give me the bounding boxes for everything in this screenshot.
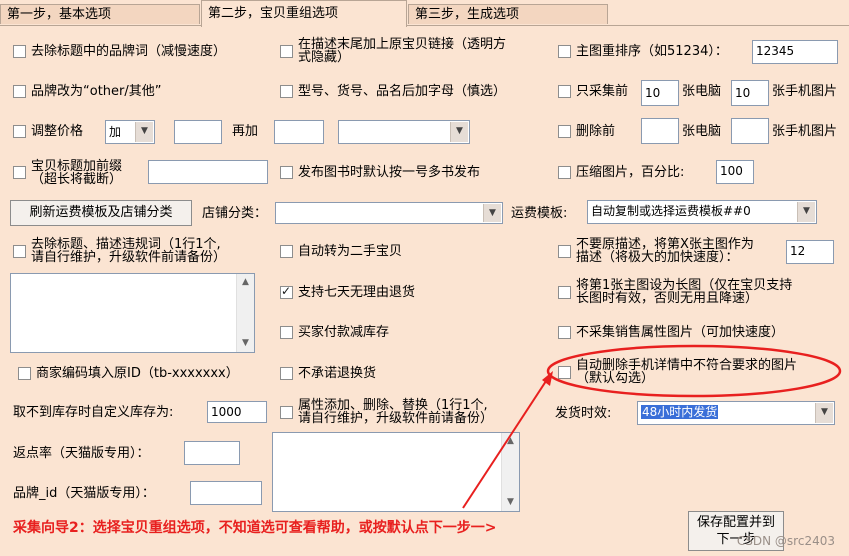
collect-pc-input[interactable]: 10 <box>641 80 679 106</box>
delete-first-checkbox[interactable] <box>558 125 571 138</box>
rebate-label: 返点率（天猫版专用）： <box>13 446 150 461</box>
arrow-head-icon <box>542 371 553 386</box>
attribute-textarea[interactable]: ▲ ▼ <box>272 432 520 512</box>
shipping-template-label: 运费模板: <box>511 206 568 221</box>
long-image-checkbox[interactable] <box>558 286 571 299</box>
shipping-template-select[interactable]: 自动复制或选择运费模板##0 ▼ <box>587 200 817 224</box>
seven-day-return-label: 支持七天无理由退货 <box>298 285 416 300</box>
buyer-pay-stock-label: 买家付款减库存 <box>298 325 390 340</box>
auto-second-hand-label: 自动转为二手宝贝 <box>298 244 403 259</box>
textarea-scrollbar[interactable]: ▲ ▼ <box>501 433 519 511</box>
append-link-label-2: 式隐藏） <box>298 50 351 65</box>
attribute-edit-checkbox[interactable] <box>280 406 293 419</box>
buyer-pay-stock-checkbox[interactable] <box>280 326 293 339</box>
append-link-checkbox[interactable] <box>280 45 293 58</box>
no-exchange-label: 不承诺退换货 <box>298 366 377 381</box>
adjust-price-label: 调整价格 <box>31 124 84 139</box>
publish-book-checkbox[interactable] <box>280 166 293 179</box>
no-orig-desc-input[interactable]: 12 <box>786 240 834 264</box>
chevron-down-icon: ▼ <box>450 122 468 142</box>
compress-checkbox[interactable] <box>558 166 571 179</box>
shipping-template-value: 自动复制或选择运费模板##0 <box>591 204 751 218</box>
watermark: CSDN @src2403 <box>736 534 835 548</box>
adjust-price-checkbox[interactable] <box>13 125 26 138</box>
delete-mobile-label: 张手机图片 <box>772 124 838 139</box>
remove-brand-label: 去除标题中的品牌词（减慢速度） <box>31 44 227 59</box>
no-sale-attr-checkbox[interactable] <box>558 326 571 339</box>
compress-input[interactable]: 100 <box>716 160 754 184</box>
refresh-shipping-button[interactable]: 刷新运费模板及店铺分类 <box>10 200 192 226</box>
collect-first-checkbox[interactable] <box>558 85 571 98</box>
textarea-scrollbar[interactable]: ▲ ▼ <box>236 274 254 352</box>
model-suffix-checkbox[interactable] <box>280 85 293 98</box>
reorder-main-label: 主图重排序（如51234）： <box>576 44 728 59</box>
illegal-words-textarea[interactable]: ▲ ▼ <box>10 273 255 353</box>
scroll-down-icon[interactable]: ▼ <box>237 335 254 352</box>
price-value-input[interactable] <box>174 120 222 144</box>
price-mode-select[interactable]: ▼ <box>338 120 470 144</box>
merchant-code-checkbox[interactable] <box>18 367 31 380</box>
delete-mobile-input[interactable] <box>731 118 769 144</box>
chevron-down-icon: ▼ <box>135 122 153 142</box>
tab-bar: 第一步，基本选项 第二步，宝贝重组选项 第三步，生成选项 <box>0 0 849 27</box>
title-prefix-checkbox[interactable] <box>13 166 26 179</box>
seven-day-return-checkbox[interactable] <box>280 284 293 299</box>
scroll-down-icon[interactable]: ▼ <box>502 494 519 511</box>
delivery-time-select[interactable]: 48小时内发货 ▼ <box>637 401 835 425</box>
tab-step1[interactable]: 第一步，基本选项 <box>0 4 200 24</box>
store-category-label: 店铺分类： <box>202 206 268 221</box>
remove-illegal-label-2: 请自行维护，升级软件前请备份） <box>31 250 227 265</box>
scroll-up-icon[interactable]: ▲ <box>237 274 254 291</box>
wizard-guide-text: 采集向导2：选择宝贝重组选项，不知道选可查看帮助，或按默认点下一步一> <box>13 520 497 536</box>
chevron-down-icon: ▼ <box>815 403 833 423</box>
no-sale-attr-label: 不采集销售属性图片（可加快速度） <box>576 325 785 340</box>
delete-first-label: 删除前 <box>576 124 616 139</box>
attribute-edit-label-2: 请自行维护，升级软件前请备份） <box>298 411 494 426</box>
remove-illegal-checkbox[interactable] <box>13 245 26 258</box>
auto-second-hand-checkbox[interactable] <box>280 245 293 258</box>
merchant-code-label: 商家编码填入原ID（tb-xxxxxxx） <box>36 366 239 381</box>
compress-label: 压缩图片，百分比: <box>576 165 685 180</box>
collect-mobile-input[interactable]: 10 <box>731 80 769 106</box>
stock-input[interactable]: 1000 <box>207 401 267 423</box>
save-next-line-1: 保存配置并到 <box>696 515 775 530</box>
chevron-down-icon: ▼ <box>797 202 815 222</box>
add-value-input[interactable] <box>274 120 324 144</box>
collect-pc-label: 张电脑 <box>682 84 722 99</box>
chevron-down-icon: ▼ <box>483 204 501 222</box>
brand-to-other-label: 品牌改为“other/其他” <box>31 84 162 99</box>
brand-to-other-checkbox[interactable] <box>13 85 26 98</box>
rebate-input[interactable] <box>184 441 240 465</box>
no-exchange-checkbox[interactable] <box>280 367 293 380</box>
reorder-main-checkbox[interactable] <box>558 45 571 58</box>
remove-brand-checkbox[interactable] <box>13 45 26 58</box>
collect-mobile-label: 张手机图片 <box>772 84 838 99</box>
model-suffix-label: 型号、货号、品名后加字母（慎选） <box>298 84 507 99</box>
store-category-select[interactable]: ▼ <box>275 202 503 224</box>
brand-id-label: 品牌_id（天猫版专用）： <box>13 486 155 501</box>
title-prefix-input[interactable] <box>148 160 268 184</box>
price-operator-value: 加 <box>109 125 122 139</box>
delete-pc-label: 张电脑 <box>682 124 722 139</box>
tab-step3[interactable]: 第三步，生成选项 <box>408 4 608 24</box>
collect-first-label: 只采集前 <box>576 84 629 99</box>
no-orig-desc-checkbox[interactable] <box>558 245 571 258</box>
scroll-up-icon[interactable]: ▲ <box>502 433 519 450</box>
brand-id-input[interactable] <box>190 481 262 505</box>
title-prefix-label-2: （超长将截断） <box>31 172 123 187</box>
auto-delete-label-2: （默认勾选） <box>576 371 655 386</box>
reorder-input[interactable]: 12345 <box>752 40 838 64</box>
delivery-time-label: 发货时效: <box>555 406 612 421</box>
no-orig-desc-label-2: 描述（将极大的加快速度）： <box>576 250 739 265</box>
tab-step2[interactable]: 第二步，宝贝重组选项 <box>201 0 407 27</box>
price-operator-select[interactable]: 加 ▼ <box>105 120 155 144</box>
delivery-time-value: 48小时内发货 <box>641 405 719 419</box>
stock-label: 取不到库存时自定义库存为: <box>13 405 174 420</box>
long-image-label-2: 长图时有效，否则无用且降速） <box>576 291 759 306</box>
auto-delete-images-checkbox[interactable] <box>558 366 571 379</box>
add-again-label: 再加 <box>232 124 259 139</box>
publish-book-label: 发布图书时默认按一号多书发布 <box>298 165 481 180</box>
delete-pc-input[interactable] <box>641 118 679 144</box>
